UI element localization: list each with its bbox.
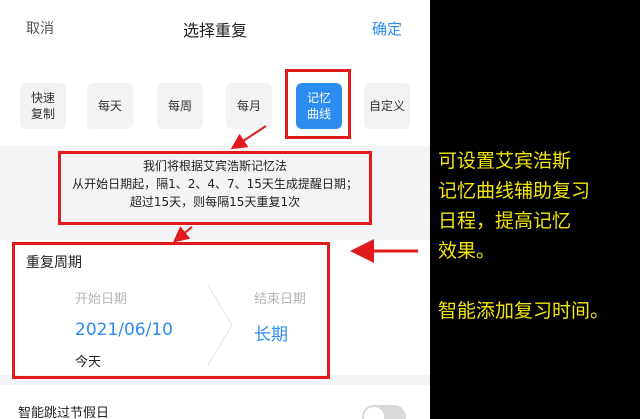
annotation-caption: 可设置艾宾浩斯 记忆曲线辅助复习 日程，提高记忆 效果。 智能添加复习时间。: [438, 146, 638, 326]
caption-line-4: 效果。: [438, 240, 496, 262]
caption-line-5: 智能添加复习时间。: [438, 300, 610, 322]
arrow-to-period: [172, 226, 193, 243]
caption-line-1: 可设置艾宾浩斯: [438, 150, 572, 172]
caption-line-2: 记忆曲线辅助复习: [438, 180, 591, 202]
arrow-to-notice: [230, 125, 267, 150]
caption-line-3: 日程，提高记忆: [438, 210, 572, 232]
